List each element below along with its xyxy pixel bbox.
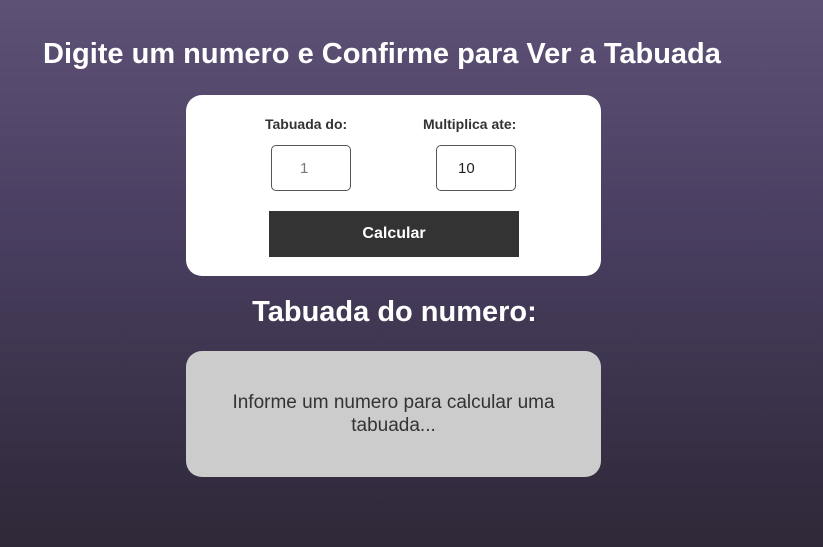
tabuada-input[interactable] <box>271 145 351 191</box>
multiplica-label: Multiplica ate: <box>423 116 517 132</box>
result-title: Tabuada do numero: <box>252 296 537 328</box>
result-card: Informe um numero para calcular uma tabu… <box>186 351 601 477</box>
multiplica-input[interactable] <box>436 145 516 191</box>
form-card: Tabuada do: Multiplica ate: Calcular <box>186 95 601 276</box>
page-title: Digite um numero e Confirme para Ver a T… <box>43 38 721 70</box>
calcular-button[interactable]: Calcular <box>269 211 519 257</box>
tabuada-label: Tabuada do: <box>265 116 348 132</box>
result-message: Informe um numero para calcular uma tabu… <box>232 392 555 436</box>
